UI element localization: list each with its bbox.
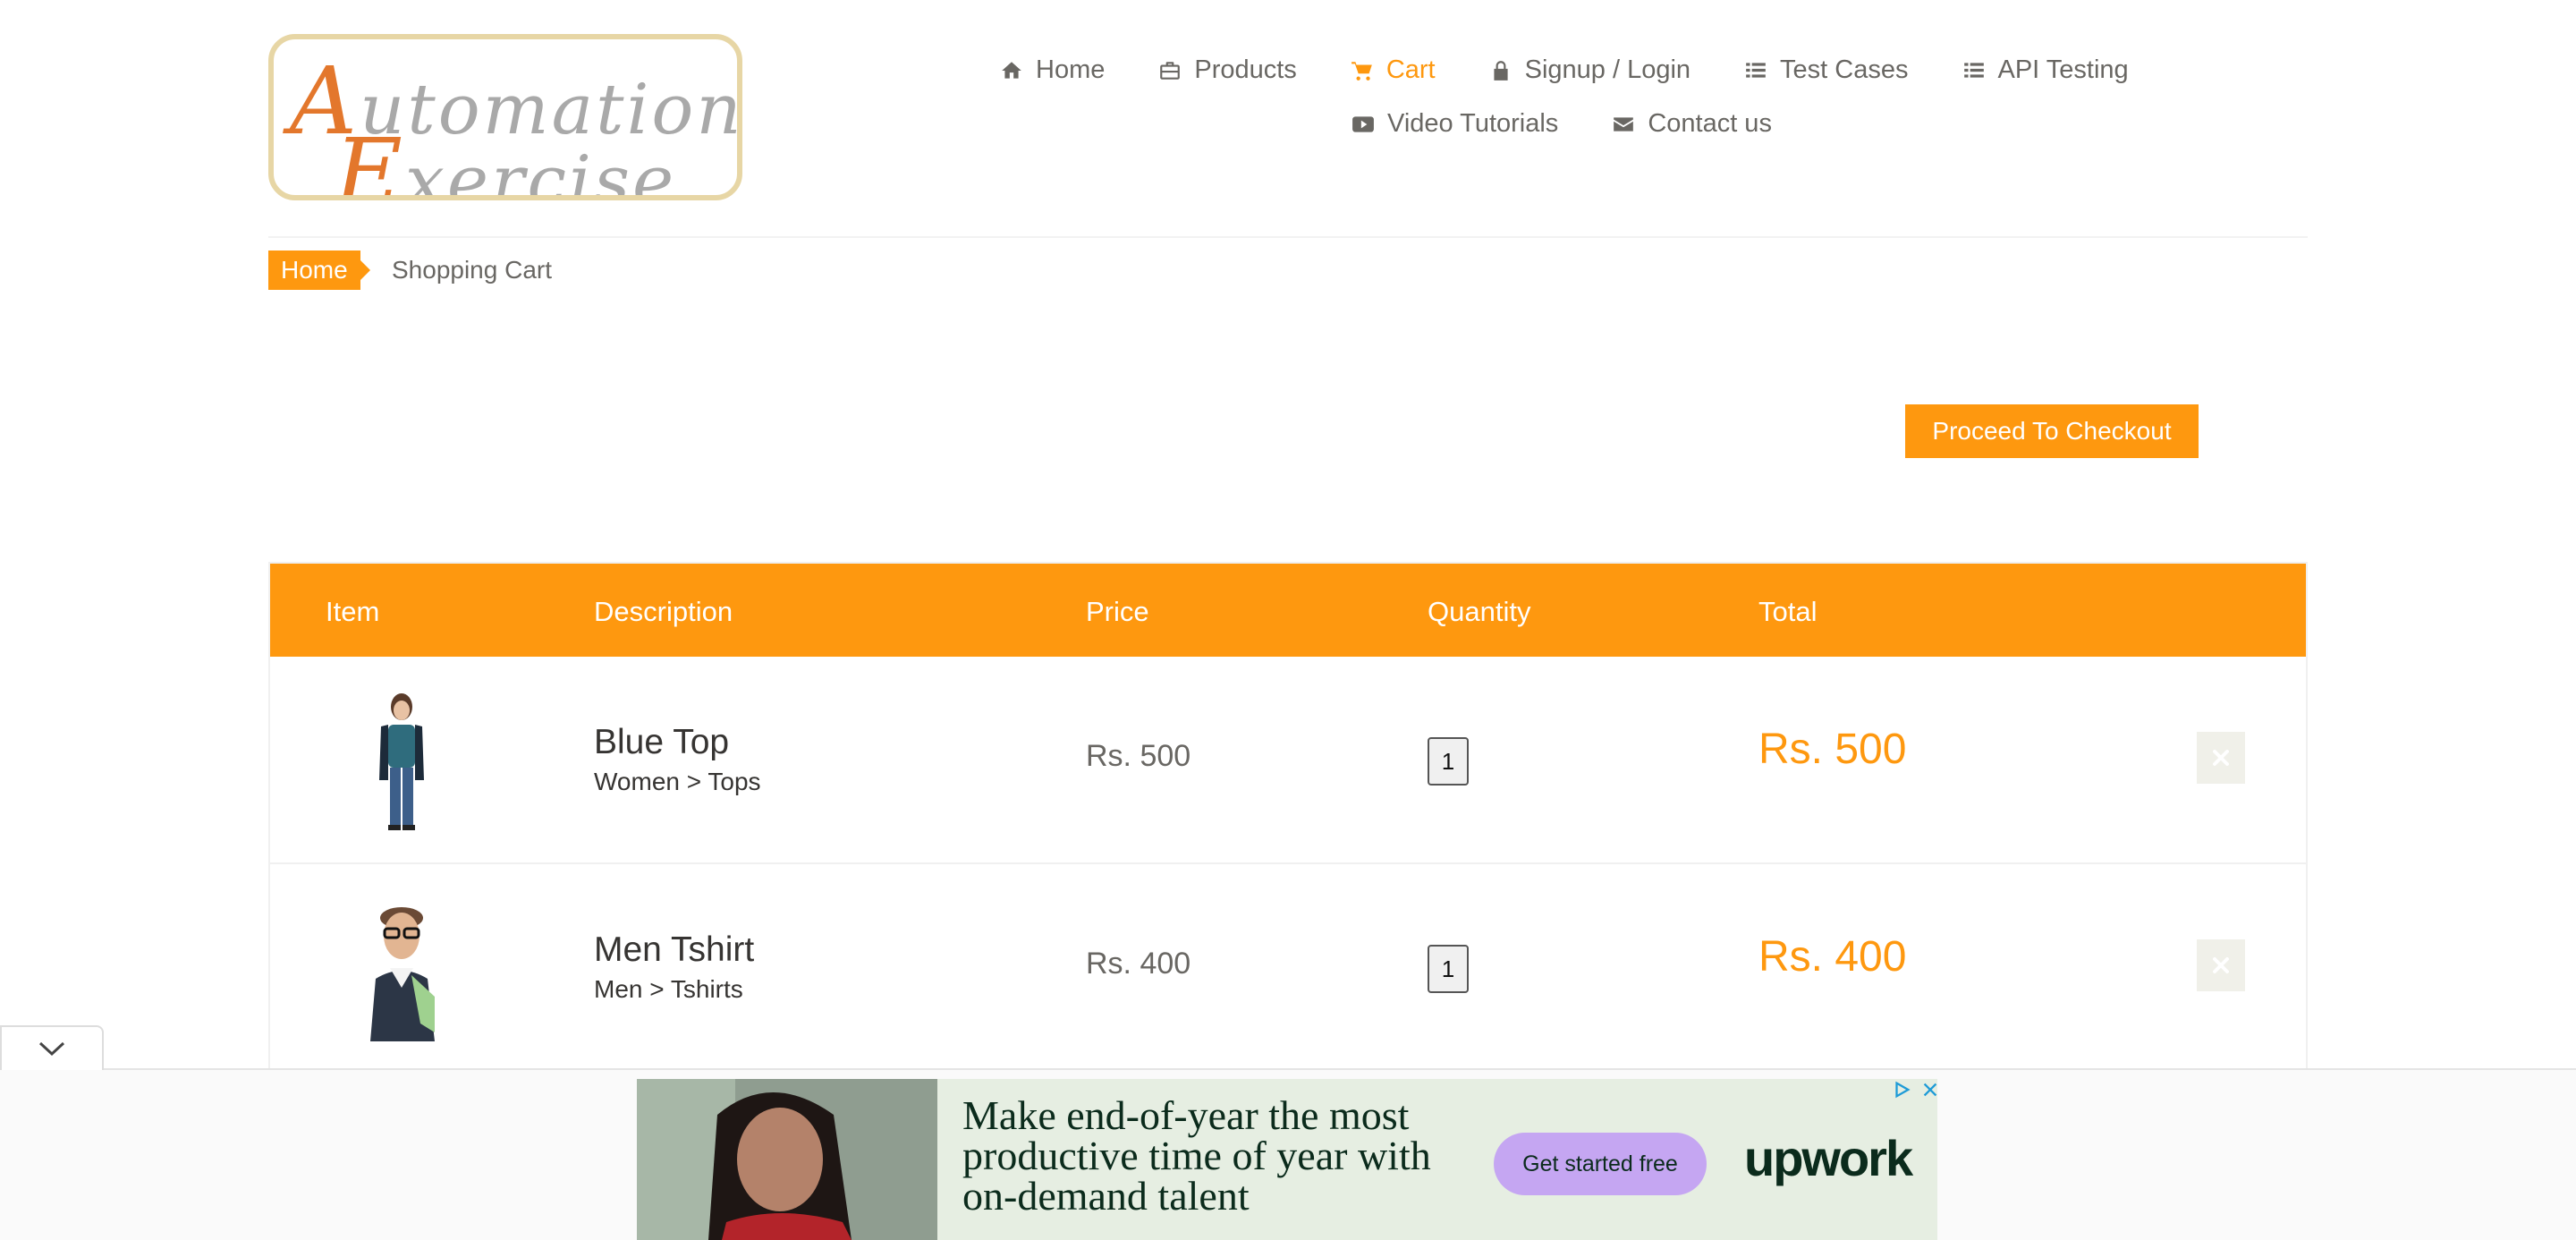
nav-home-label: Home xyxy=(1036,55,1106,84)
delete-item-button[interactable] xyxy=(2197,939,2245,991)
nav-api-testing[interactable]: API Testing xyxy=(1962,55,2129,85)
column-header-price: Price xyxy=(1086,596,1149,627)
ad-headline-line: on-demand talent xyxy=(962,1173,1250,1219)
nav-api-testing-label: API Testing xyxy=(1997,55,2129,84)
envelope-icon xyxy=(1614,116,1634,132)
cart-table-header: Item Description Price Quantity Total xyxy=(270,564,2306,657)
ad-cta-button[interactable]: Get started free xyxy=(1494,1133,1707,1195)
main-nav-row2: Video Tutorials Contact us xyxy=(1352,109,1772,139)
list-icon xyxy=(1963,62,1984,78)
nav-products-label: Products xyxy=(1194,55,1297,84)
ad-headline-line: productive time of year with xyxy=(962,1133,1431,1178)
column-header-quantity: Quantity xyxy=(1428,596,1531,627)
product-price: Rs. 400 xyxy=(1086,947,1191,981)
column-header-description: Description xyxy=(594,596,733,627)
adchoices-button[interactable] xyxy=(1891,1079,1912,1100)
product-price: Rs. 500 xyxy=(1086,739,1191,773)
quantity-button[interactable]: 1 xyxy=(1428,737,1469,786)
close-icon xyxy=(1923,1083,1937,1097)
list-icon xyxy=(1746,62,1766,78)
product-category: Women > Tops xyxy=(594,768,761,795)
column-header-item: Item xyxy=(326,596,380,627)
ad-brand-logo: upwork xyxy=(1744,1130,1913,1186)
ad-close-button[interactable] xyxy=(1919,1079,1937,1100)
main-nav: Home Products Cart Signup / Login Test C… xyxy=(1000,55,2129,85)
quantity-button[interactable]: 1 xyxy=(1428,945,1469,993)
ad-headline-line: Make end-of-year the most xyxy=(962,1092,1410,1138)
ad-banner[interactable]: Make end-of-year the most productive tim… xyxy=(637,1079,1937,1240)
ad-photo xyxy=(637,1079,937,1240)
nav-signup-login-label: Signup / Login xyxy=(1524,55,1691,84)
nav-products[interactable]: Products xyxy=(1158,55,1297,85)
chevron-down-icon xyxy=(38,1041,65,1057)
nav-cart[interactable]: Cart xyxy=(1351,55,1436,85)
breadcrumb-current: Shopping Cart xyxy=(392,256,553,284)
product-category: Men > Tshirts xyxy=(594,975,743,1003)
adchoices-icon xyxy=(1895,1081,1911,1099)
logo-text-line2: Exercise xyxy=(335,118,677,200)
home-icon xyxy=(1002,61,1021,79)
nav-signup-login[interactable]: Signup / Login xyxy=(1489,55,1690,85)
shopping-cart-icon xyxy=(1351,61,1372,81)
product-image-men-tshirt[interactable] xyxy=(335,898,469,1041)
nav-home[interactable]: Home xyxy=(1000,55,1105,85)
header-divider xyxy=(268,236,2308,238)
ad-headline: Make end-of-year the most productive tim… xyxy=(962,1092,1431,1219)
breadcrumb-home[interactable]: Home xyxy=(268,251,370,290)
site-logo[interactable]: Automation Exercise xyxy=(268,34,742,200)
proceed-to-checkout-button[interactable]: Proceed To Checkout xyxy=(1905,404,2199,458)
cart-row: Men Tshirt Men > Tshirts Rs. 400 1 Rs. 4… xyxy=(270,864,2306,1072)
close-icon xyxy=(2213,750,2229,766)
product-total: Rs. 400 xyxy=(1758,933,1907,981)
nav-test-cases[interactable]: Test Cases xyxy=(1744,55,1909,85)
cart-row: Blue Top Women > Tops Rs. 500 1 Rs. 500 xyxy=(270,657,2306,864)
nav-video-tutorials[interactable]: Video Tutorials xyxy=(1352,109,1558,139)
briefcase-icon xyxy=(1160,61,1181,80)
nav-cart-label: Cart xyxy=(1385,55,1436,84)
ad-controls xyxy=(1891,1079,1937,1100)
product-name[interactable]: Men Tshirt xyxy=(594,930,754,970)
nav-contact-us[interactable]: Contact us xyxy=(1612,109,1772,139)
close-icon xyxy=(2213,957,2229,973)
nav-contact-us-label: Contact us xyxy=(1648,109,1772,138)
nav-test-cases-label: Test Cases xyxy=(1780,55,1909,84)
product-total: Rs. 500 xyxy=(1758,726,1907,773)
nav-video-tutorials-label: Video Tutorials xyxy=(1387,109,1559,138)
product-image-blue-top[interactable] xyxy=(335,691,469,834)
lock-icon xyxy=(1494,60,1508,81)
youtube-play-icon xyxy=(1352,115,1374,132)
ad-collapse-toggle[interactable] xyxy=(0,1025,104,1070)
product-name[interactable]: Blue Top xyxy=(594,723,729,762)
delete-item-button[interactable] xyxy=(2197,732,2245,784)
column-header-total: Total xyxy=(1758,596,1818,627)
